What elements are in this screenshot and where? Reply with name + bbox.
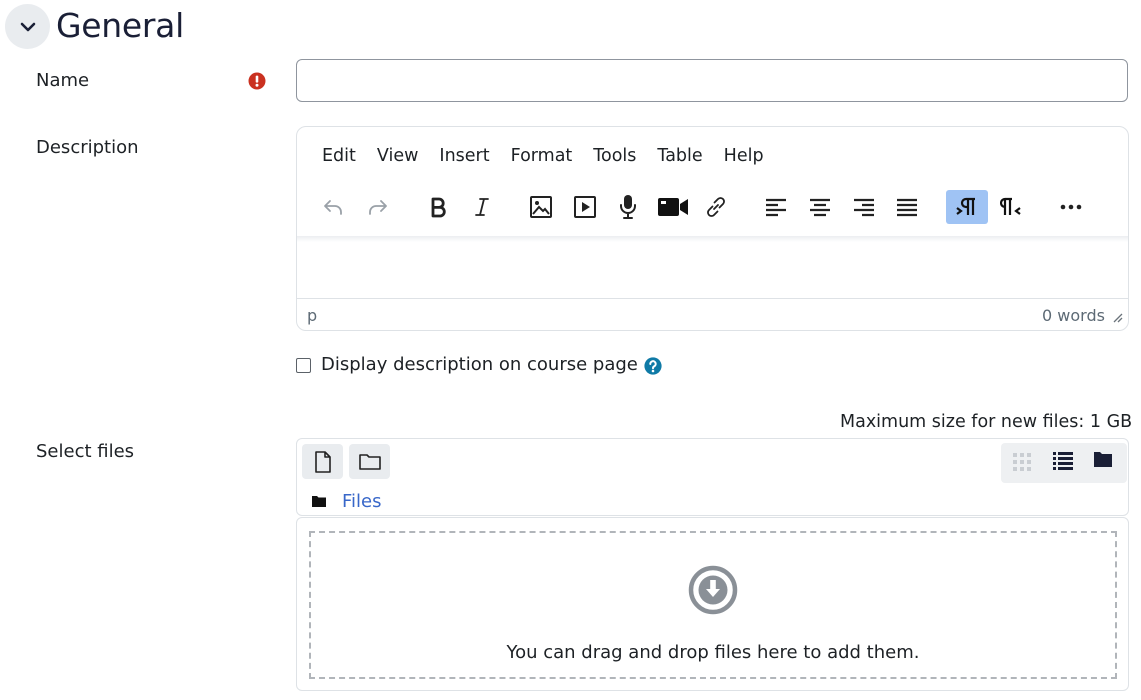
element-path[interactable]: p (307, 306, 317, 325)
image-button[interactable] (525, 190, 557, 224)
tree-view-button[interactable] (1093, 451, 1113, 472)
description-label: Description (36, 137, 139, 158)
file-icon (314, 450, 331, 473)
icon-view-button[interactable] (1011, 451, 1033, 477)
bold-button[interactable] (422, 190, 454, 224)
rtl-icon (1000, 197, 1021, 215)
name-input[interactable] (296, 59, 1128, 102)
video-camera-icon (658, 198, 688, 216)
record-video-button[interactable] (655, 190, 691, 224)
word-count[interactable]: 0 words (1042, 306, 1105, 325)
undo-button[interactable] (317, 190, 349, 224)
display-description-label[interactable]: Display description on course page (321, 354, 638, 375)
ltr-icon (956, 197, 975, 215)
toolbar-divider (297, 236, 1128, 242)
undo-icon (324, 200, 342, 215)
collapse-section-button[interactable] (5, 4, 50, 49)
italic-icon (475, 198, 489, 216)
justify-icon (897, 198, 917, 217)
create-folder-button[interactable] (349, 444, 390, 479)
max-file-size: Maximum size for new files: 1 GB (840, 412, 1133, 432)
statusbar-divider (297, 298, 1128, 299)
link-icon (707, 197, 725, 217)
resize-handle-icon[interactable] (1111, 311, 1123, 323)
align-left-icon (766, 198, 786, 217)
more-button[interactable] (1055, 190, 1087, 224)
files-breadcrumb-link[interactable]: Files (342, 491, 382, 512)
ltr-button[interactable] (946, 190, 988, 224)
redo-icon (369, 200, 387, 215)
name-label: Name (36, 70, 90, 91)
microphone-icon (620, 195, 636, 219)
link-button[interactable] (700, 190, 732, 224)
rtl-button[interactable] (996, 190, 1028, 224)
folder-icon (358, 453, 381, 470)
record-audio-button[interactable] (612, 190, 644, 224)
align-right-icon (854, 198, 874, 217)
arrow-circle-down-icon (688, 565, 738, 615)
dropzone-instructions: You can drag and drop files here to add … (506, 642, 920, 663)
display-description-checkbox[interactable] (296, 358, 311, 373)
menu-format[interactable]: Format (511, 146, 573, 166)
justify-button[interactable] (891, 190, 923, 224)
menu-insert[interactable]: Insert (439, 146, 489, 166)
align-right-button[interactable] (848, 190, 880, 224)
media-button[interactable] (569, 190, 601, 224)
editor-content-area[interactable] (298, 243, 1127, 297)
select-files-label: Select files (36, 441, 135, 462)
media-icon (574, 196, 596, 218)
required-icon (248, 72, 266, 90)
redo-button[interactable] (362, 190, 394, 224)
menu-edit[interactable]: Edit (322, 146, 356, 166)
grid-icon (1013, 453, 1031, 471)
align-center-button[interactable] (804, 190, 836, 224)
image-icon (530, 196, 552, 218)
align-left-button[interactable] (760, 190, 792, 224)
editor-menubar: Edit View Insert Format Tools Table Help (322, 146, 785, 166)
add-file-button[interactable] (302, 444, 343, 479)
menu-tools[interactable]: Tools (593, 146, 636, 166)
more-icon (1060, 204, 1082, 210)
italic-button[interactable] (466, 190, 498, 224)
align-center-icon (810, 198, 830, 217)
section-title: General (56, 6, 184, 45)
chevron-down-icon (20, 22, 35, 31)
bold-icon (431, 197, 446, 218)
list-icon (1053, 452, 1073, 470)
list-view-button[interactable] (1052, 451, 1074, 475)
help-icon[interactable] (644, 357, 662, 375)
menu-table[interactable]: Table (657, 146, 702, 166)
folder-solid-icon (312, 496, 326, 507)
folder-solid-icon (1094, 452, 1112, 467)
menu-view[interactable]: View (377, 146, 419, 166)
menu-help[interactable]: Help (724, 146, 764, 166)
